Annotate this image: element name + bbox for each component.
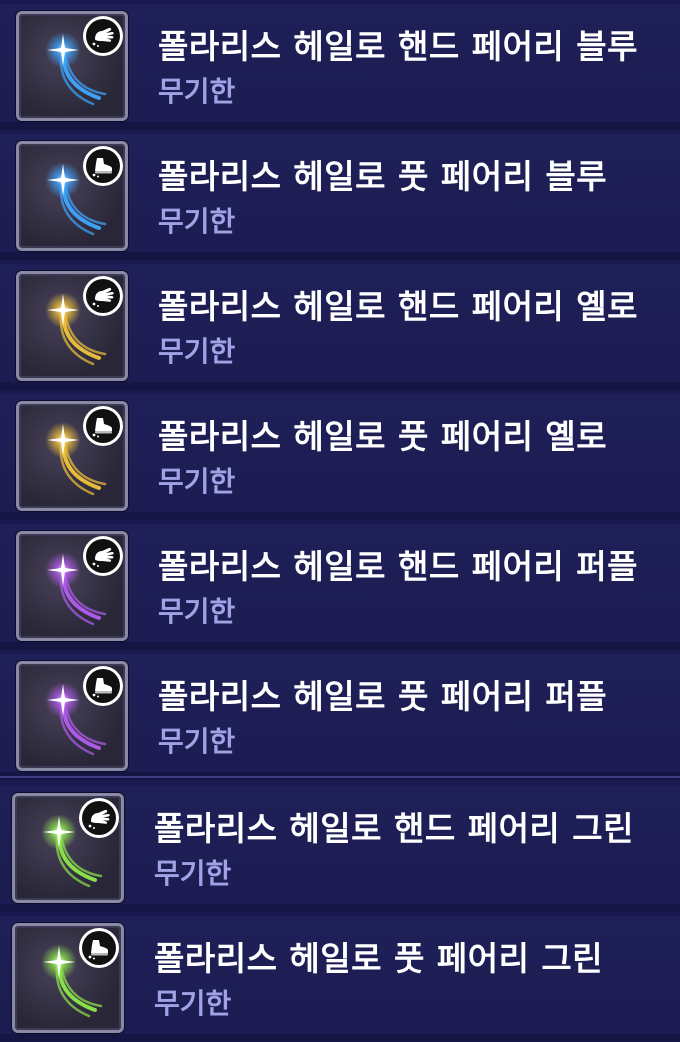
shoe-icon: [83, 406, 123, 446]
shoe-icon: [83, 666, 123, 706]
list-item[interactable]: 폴라리스 헤일로 풋 페어리 그린 무기한: [0, 916, 680, 1042]
hand-icon: [83, 16, 123, 56]
hand-icon: [83, 276, 123, 316]
item-title: 폴라리스 헤일로 풋 페어리 블루: [158, 157, 608, 196]
item-title: 폴라리스 헤일로 풋 페어리 옐로: [158, 417, 608, 456]
item-thumbnail: [16, 11, 128, 121]
item-duration: 무기한: [154, 987, 232, 1020]
list-item[interactable]: 폴라리스 헤일로 풋 페어리 옐로 무기한: [0, 394, 680, 520]
item-duration: 무기한: [158, 725, 236, 758]
item-thumbnail: [12, 793, 124, 903]
item-duration: 무기한: [158, 335, 236, 368]
item-title: 폴라리스 헤일로 핸드 페어리 퍼플: [158, 547, 638, 586]
item-thumbnail: [16, 271, 128, 381]
list-item[interactable]: 폴라리스 헤일로 핸드 페어리 퍼플 무기한: [0, 524, 680, 650]
hand-icon: [83, 536, 123, 576]
list-item[interactable]: 폴라리스 헤일로 핸드 페어리 옐로 무기한: [0, 264, 680, 390]
item-duration: 무기한: [154, 857, 232, 890]
list-item[interactable]: 폴라리스 헤일로 핸드 페어리 블루 무기한: [0, 4, 680, 130]
item-duration: 무기한: [158, 465, 236, 498]
list-item[interactable]: 폴라리스 헤일로 풋 페어리 블루 무기한: [0, 134, 680, 260]
item-title: 폴라리스 헤일로 핸드 페어리 그린: [154, 809, 634, 848]
shoe-icon: [79, 928, 119, 968]
shoe-icon: [83, 146, 123, 186]
item-title: 폴라리스 헤일로 핸드 페어리 옐로: [158, 287, 638, 326]
item-duration: 무기한: [158, 75, 236, 108]
hand-icon: [79, 798, 119, 838]
item-list: 폴라리스 헤일로 핸드 페어리 블루 무기한 폴라리스 헤일로 풋 페어리 블루…: [0, 0, 680, 1042]
list-item[interactable]: 폴라리스 헤일로 풋 페어리 퍼플 무기한: [0, 654, 680, 780]
divider: [0, 776, 680, 778]
item-thumbnail: [16, 401, 128, 511]
item-title: 폴라리스 헤일로 풋 페어리 퍼플: [158, 677, 608, 716]
item-title: 폴라리스 헤일로 핸드 페어리 블루: [158, 27, 638, 66]
item-title: 폴라리스 헤일로 풋 페어리 그린: [154, 939, 604, 978]
item-thumbnail: [16, 531, 128, 641]
item-thumbnail: [12, 923, 124, 1033]
item-thumbnail: [16, 661, 128, 771]
list-item[interactable]: 폴라리스 헤일로 핸드 페어리 그린 무기한: [0, 786, 680, 912]
item-duration: 무기한: [158, 595, 236, 628]
item-thumbnail: [16, 141, 128, 251]
item-duration: 무기한: [158, 205, 236, 238]
